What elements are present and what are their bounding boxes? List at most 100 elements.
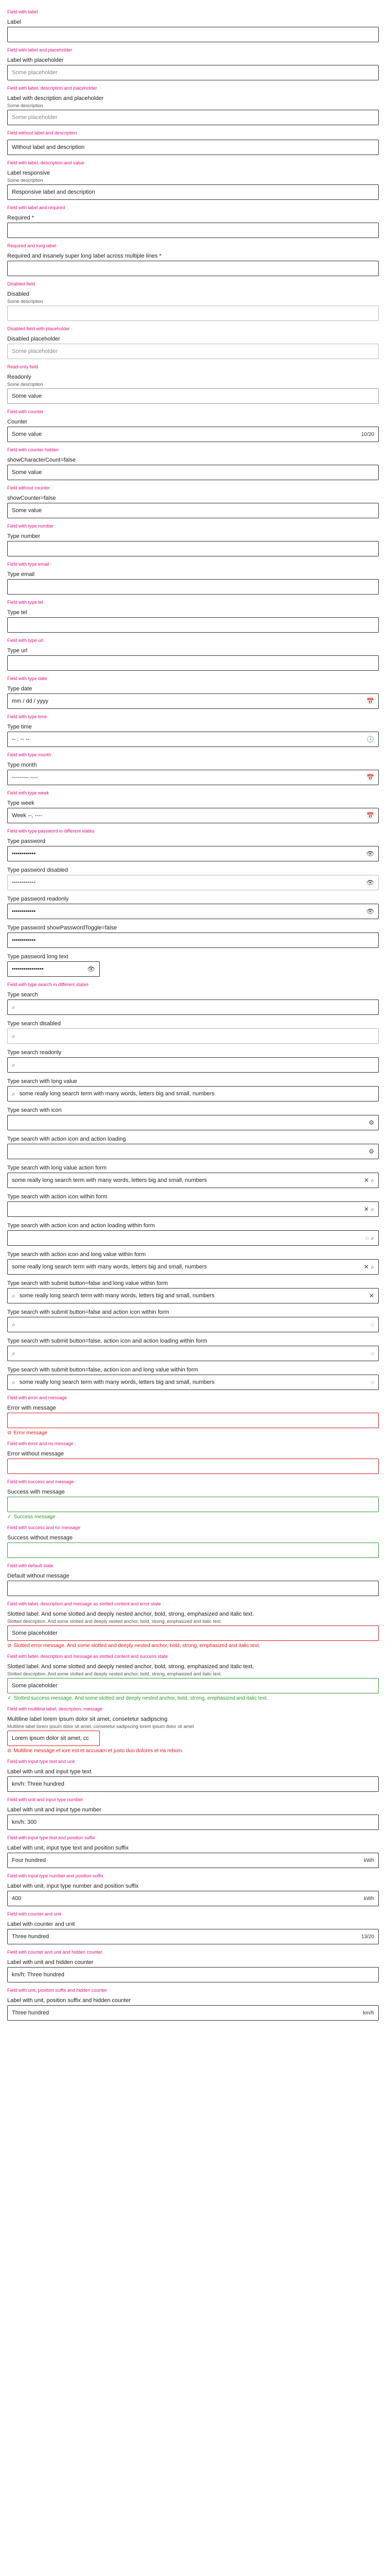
text-input[interactable]: some really long search term with many w… <box>7 1173 379 1188</box>
action-icon[interactable]: 👁 <box>366 908 374 915</box>
text-input: Some placeholder <box>7 344 379 359</box>
action-icon[interactable]: 📅 <box>366 812 374 819</box>
text-input[interactable]: Some value <box>7 465 379 480</box>
input-value: km/h: Three hundred <box>12 1972 64 1978</box>
text-input[interactable] <box>7 1543 379 1558</box>
text-input[interactable]: some really long search term with many w… <box>7 1259 379 1275</box>
text-input[interactable]: --------- ---- 📅 <box>7 770 379 785</box>
basic-block-15: Field with type tel Type tel <box>7 600 379 633</box>
action-icon[interactable]: ◌ ⌕ <box>365 1234 374 1242</box>
input-value: Three hundred <box>12 1934 49 1940</box>
page-root: Field with label Label Field with label an… <box>0 0 386 2036</box>
text-input[interactable] <box>7 579 379 595</box>
text-input[interactable] <box>7 1459 379 1474</box>
text-input[interactable] <box>7 541 379 556</box>
text-input[interactable]: ⌕ some really long search term with many … <box>7 1375 379 1390</box>
action-icon[interactable]: ✕ ⌕ <box>364 1206 374 1213</box>
text-input[interactable]: -- : -- -- 🕓 <box>7 732 379 747</box>
field-label: Type number <box>7 533 41 539</box>
text-input[interactable]: ⌕ <box>7 1057 379 1073</box>
text-input[interactable]: ⌕ <box>7 999 379 1015</box>
caption: Field with type week <box>7 790 49 795</box>
state-message: ✓ Success message <box>7 1514 379 1520</box>
search-block-5: Type search with action icon and action … <box>7 1136 379 1159</box>
text-input[interactable]: •••••••••••• 👁 <box>7 846 379 861</box>
text-input[interactable]: ⚙ <box>7 1115 379 1130</box>
text-input[interactable]: Some placeholder <box>7 110 379 125</box>
input-value: Some placeholder <box>12 1683 58 1689</box>
action-icon[interactable]: 📅 <box>366 774 374 781</box>
field-label: Slotted label. And some slotted and deep… <box>7 1664 254 1670</box>
text-input[interactable] <box>7 261 379 276</box>
text-input[interactable]: ⚙ <box>7 1144 379 1159</box>
action-icon[interactable]: ◌ <box>371 1350 374 1357</box>
text-input[interactable]: Week --, ---- 📅 <box>7 808 379 823</box>
text-input[interactable]: •••••••••••••••• 👁 <box>7 961 100 977</box>
text-input[interactable]: ◌ ⌕ <box>7 1230 379 1246</box>
text-input[interactable] <box>7 1413 379 1428</box>
action-icon[interactable]: 👁 <box>366 850 374 857</box>
text-input[interactable]: km/h: Three hundred <box>7 1776 379 1792</box>
text-input[interactable]: Some value <box>7 388 379 404</box>
caption: Field with type time <box>7 714 47 719</box>
caption: Read-only field <box>7 364 39 369</box>
field-label: Type search with icon <box>7 1107 62 1113</box>
caption: Field with input type text and position … <box>7 1835 95 1840</box>
action-icon[interactable]: 🕓 <box>366 736 374 743</box>
text-input[interactable]: •••••••••••• <box>7 933 379 948</box>
text-input[interactable]: ⌕ some really long search term with many … <box>7 1086 379 1101</box>
password-block-2: Type password readonly •••••••••••• 👁 <box>7 895 379 919</box>
action-icon[interactable]: ✕ ⌕ <box>364 1263 374 1271</box>
caption: Field with label, description and messag… <box>7 1601 161 1606</box>
text-input[interactable]: ⌕ ◌ <box>7 1346 379 1361</box>
text-input[interactable]: km/h: Three hundred <box>7 1967 379 1982</box>
action-icon[interactable]: ⚙ <box>369 1148 374 1155</box>
text-input[interactable]: Some value <box>7 503 379 518</box>
text-input[interactable]: •••••••••••• 👁 <box>7 904 379 919</box>
text-input[interactable]: mm / dd / yyyy 📅 <box>7 693 379 709</box>
text-input[interactable]: ⌕ ◌ <box>7 1317 379 1332</box>
action-icon[interactable]: 👁 <box>87 965 95 973</box>
text-input[interactable]: Some value 10/20 <box>7 427 379 442</box>
text-input[interactable] <box>7 655 379 671</box>
action-icon[interactable]: ⚙ <box>369 1119 374 1126</box>
text-input[interactable]: Responsive label and description <box>7 184 379 200</box>
text-input[interactable]: Without label and description <box>7 140 379 155</box>
text-input[interactable]: ✕ ⌕ <box>7 1201 379 1217</box>
action-icon[interactable]: 📅 <box>366 698 374 705</box>
state-message-text: Success message <box>13 1514 56 1520</box>
state-block-3: Field with success and no message Success… <box>7 1525 379 1558</box>
text-input[interactable]: km/h: 300 <box>7 1815 379 1830</box>
field-label: Label with unit and input type text <box>7 1769 92 1775</box>
unit-block-6: Field with unit, position suffix and hid… <box>7 1988 379 2021</box>
text-input[interactable]: 400 kWh <box>7 1891 379 1906</box>
text-input[interactable]: Some placeholder <box>7 65 379 80</box>
unit-block-0: Field with input type text and unit Label… <box>7 1759 379 1792</box>
field-label: Type search with action icon and long va… <box>7 1251 146 1258</box>
caption: Field with input type number and positio… <box>7 1873 103 1878</box>
text-input[interactable]: Some placeholder <box>7 1625 379 1641</box>
action-icon[interactable]: ✕ <box>369 1292 374 1299</box>
text-input[interactable]: Some placeholder <box>7 1678 379 1693</box>
caption: Field with unit and input type number <box>7 1797 83 1802</box>
action-icon[interactable]: ◌ <box>371 1321 374 1328</box>
text-input[interactable] <box>7 1497 379 1512</box>
text-input[interactable]: Three hundred 13/20 <box>7 1929 379 1944</box>
caption: Field with label and placeholder <box>7 47 73 53</box>
input-value: Week --, ---- <box>12 812 43 819</box>
text-input[interactable] <box>7 1581 379 1596</box>
action-icon[interactable]: 👁 <box>366 879 374 886</box>
action-icon[interactable]: ◌ <box>371 1379 374 1386</box>
text-input[interactable] <box>7 223 379 238</box>
field-description: Some description <box>7 382 43 387</box>
field-label: Type password <box>7 838 45 844</box>
field-label: Type search with submit button=false, ac… <box>7 1367 198 1373</box>
text-input[interactable]: ⌕ some really long search term with many … <box>7 1288 379 1303</box>
text-input[interactable]: Lorem ipsum dolor sit amet, cc <box>7 1731 100 1746</box>
text-input[interactable] <box>7 617 379 633</box>
text-input[interactable]: Four hundred kWh <box>7 1853 379 1868</box>
action-icon[interactable]: ✕ ⌕ <box>364 1177 374 1184</box>
search-block-6: Type search with long value action form s… <box>7 1164 379 1188</box>
text-input[interactable]: Three hundred km/h <box>7 2005 379 2021</box>
text-input[interactable] <box>7 27 379 42</box>
